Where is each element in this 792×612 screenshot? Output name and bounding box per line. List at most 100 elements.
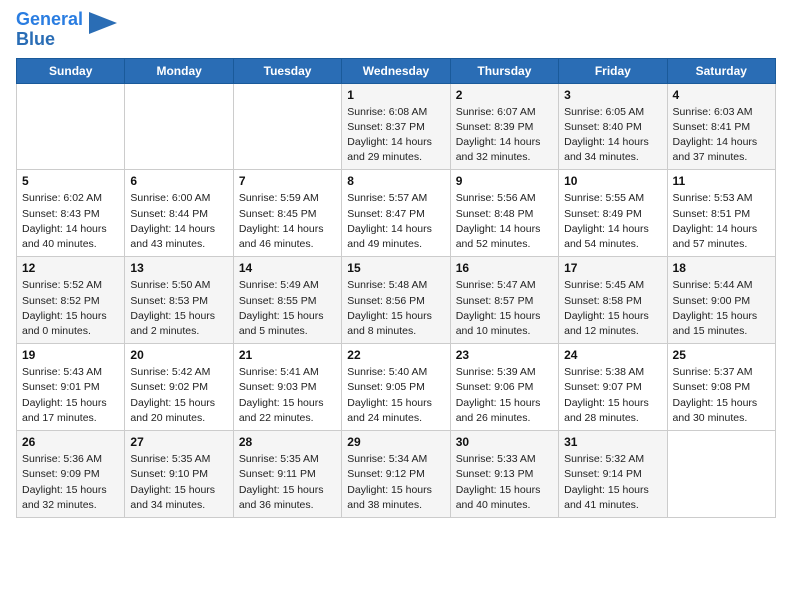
calendar-cell: 17 Sunrise: 5:45 AM Sunset: 8:58 PM Dayli… — [559, 257, 667, 344]
day-number: 18 — [673, 261, 770, 275]
calendar-cell: 18 Sunrise: 5:44 AM Sunset: 9:00 PM Dayli… — [667, 257, 775, 344]
day-number: 14 — [239, 261, 336, 275]
day-number: 19 — [22, 348, 119, 362]
weekday-header: Saturday — [667, 58, 775, 83]
day-number: 31 — [564, 435, 661, 449]
calendar-week-row: 19 Sunrise: 5:43 AM Sunset: 9:01 PM Dayli… — [17, 344, 776, 431]
calendar-cell: 27Sunrise: 5:35 AM Sunset: 9:10 PM Dayli… — [125, 431, 233, 518]
day-number: 10 — [564, 174, 661, 188]
day-number: 11 — [673, 174, 770, 188]
day-number: 4 — [673, 88, 770, 102]
day-number: 23 — [456, 348, 553, 362]
weekday-header: Friday — [559, 58, 667, 83]
day-number: 25 — [673, 348, 770, 362]
weekday-header: Monday — [125, 58, 233, 83]
calendar-cell: 16Sunrise: 5:47 AM Sunset: 8:57 PM Dayli… — [450, 257, 558, 344]
day-info: Sunrise: 5:52 AM Sunset: 8:52 PM Dayligh… — [22, 278, 119, 339]
day-info: Sunrise: 5:44 AM Sunset: 9:00 PM Dayligh… — [673, 278, 770, 339]
day-info: Sunrise: 5:57 AM Sunset: 8:47 PM Dayligh… — [347, 191, 444, 252]
calendar-cell: 31 Sunrise: 5:32 AM Sunset: 9:14 PM Dayli… — [559, 431, 667, 518]
day-info: Sunrise: 5:39 AM Sunset: 9:06 PM Dayligh… — [456, 365, 553, 426]
day-info: Sunrise: 5:35 AM Sunset: 9:11 PM Dayligh… — [239, 452, 336, 513]
calendar-cell: 24 Sunrise: 5:38 AM Sunset: 9:07 PM Dayli… — [559, 344, 667, 431]
calendar-cell: 29 Sunrise: 5:34 AM Sunset: 9:12 PM Dayli… — [342, 431, 450, 518]
weekday-row: SundayMondayTuesdayWednesdayThursdayFrid… — [17, 58, 776, 83]
calendar-cell — [125, 83, 233, 170]
day-info: Sunrise: 5:55 AM Sunset: 8:49 PM Dayligh… — [564, 191, 661, 252]
day-info: Sunrise: 6:03 AM Sunset: 8:41 PM Dayligh… — [673, 105, 770, 166]
calendar-cell: 11 Sunrise: 5:53 AM Sunset: 8:51 PM Dayli… — [667, 170, 775, 257]
calendar-cell: 19 Sunrise: 5:43 AM Sunset: 9:01 PM Dayli… — [17, 344, 125, 431]
day-number: 29 — [347, 435, 444, 449]
day-number: 17 — [564, 261, 661, 275]
day-number: 28 — [239, 435, 336, 449]
weekday-header: Thursday — [450, 58, 558, 83]
calendar-week-row: 1Sunrise: 6:08 AM Sunset: 8:37 PM Daylig… — [17, 83, 776, 170]
calendar-cell: 12 Sunrise: 5:52 AM Sunset: 8:52 PM Dayli… — [17, 257, 125, 344]
day-info: Sunrise: 5:33 AM Sunset: 9:13 PM Dayligh… — [456, 452, 553, 513]
day-number: 15 — [347, 261, 444, 275]
day-info: Sunrise: 5:32 AM Sunset: 9:14 PM Dayligh… — [564, 452, 661, 513]
day-number: 6 — [130, 174, 227, 188]
day-info: Sunrise: 5:41 AM Sunset: 9:03 PM Dayligh… — [239, 365, 336, 426]
day-number: 24 — [564, 348, 661, 362]
day-info: Sunrise: 5:35 AM Sunset: 9:10 PM Dayligh… — [130, 452, 227, 513]
day-info: Sunrise: 5:43 AM Sunset: 9:01 PM Dayligh… — [22, 365, 119, 426]
day-info: Sunrise: 5:50 AM Sunset: 8:53 PM Dayligh… — [130, 278, 227, 339]
calendar-cell: 8 Sunrise: 5:57 AM Sunset: 8:47 PM Daylig… — [342, 170, 450, 257]
calendar-cell: 13 Sunrise: 5:50 AM Sunset: 8:53 PM Dayli… — [125, 257, 233, 344]
logo-icon — [89, 12, 117, 34]
day-info: Sunrise: 5:38 AM Sunset: 9:07 PM Dayligh… — [564, 365, 661, 426]
logo: GeneralBlue — [16, 10, 117, 50]
calendar-week-row: 12 Sunrise: 5:52 AM Sunset: 8:52 PM Dayli… — [17, 257, 776, 344]
day-info: Sunrise: 6:07 AM Sunset: 8:39 PM Dayligh… — [456, 105, 553, 166]
day-number: 16 — [456, 261, 553, 275]
day-number: 8 — [347, 174, 444, 188]
calendar-cell: 20 Sunrise: 5:42 AM Sunset: 9:02 PM Dayli… — [125, 344, 233, 431]
calendar-header: SundayMondayTuesdayWednesdayThursdayFrid… — [17, 58, 776, 83]
day-info: Sunrise: 6:00 AM Sunset: 8:44 PM Dayligh… — [130, 191, 227, 252]
day-info: Sunrise: 5:36 AM Sunset: 9:09 PM Dayligh… — [22, 452, 119, 513]
calendar-cell: 15Sunrise: 5:48 AM Sunset: 8:56 PM Dayli… — [342, 257, 450, 344]
weekday-header: Wednesday — [342, 58, 450, 83]
calendar-week-row: 26Sunrise: 5:36 AM Sunset: 9:09 PM Dayli… — [17, 431, 776, 518]
day-number: 30 — [456, 435, 553, 449]
calendar-table: SundayMondayTuesdayWednesdayThursdayFrid… — [16, 58, 776, 518]
day-number: 1 — [347, 88, 444, 102]
weekday-header: Tuesday — [233, 58, 341, 83]
calendar-cell: 30 Sunrise: 5:33 AM Sunset: 9:13 PM Dayli… — [450, 431, 558, 518]
day-info: Sunrise: 5:45 AM Sunset: 8:58 PM Dayligh… — [564, 278, 661, 339]
calendar-cell — [233, 83, 341, 170]
day-number: 13 — [130, 261, 227, 275]
day-number: 20 — [130, 348, 227, 362]
day-number: 5 — [22, 174, 119, 188]
page: GeneralBlue SundayMondayTuesdayWednesday… — [0, 0, 792, 534]
weekday-header: Sunday — [17, 58, 125, 83]
day-info: Sunrise: 5:53 AM Sunset: 8:51 PM Dayligh… — [673, 191, 770, 252]
calendar-cell: 3 Sunrise: 6:05 AM Sunset: 8:40 PM Daylig… — [559, 83, 667, 170]
day-info: Sunrise: 5:37 AM Sunset: 9:08 PM Dayligh… — [673, 365, 770, 426]
day-info: Sunrise: 5:56 AM Sunset: 8:48 PM Dayligh… — [456, 191, 553, 252]
day-number: 21 — [239, 348, 336, 362]
day-info: Sunrise: 5:59 AM Sunset: 8:45 PM Dayligh… — [239, 191, 336, 252]
day-info: Sunrise: 6:05 AM Sunset: 8:40 PM Dayligh… — [564, 105, 661, 166]
calendar-cell: 28 Sunrise: 5:35 AM Sunset: 9:11 PM Dayli… — [233, 431, 341, 518]
day-info: Sunrise: 6:02 AM Sunset: 8:43 PM Dayligh… — [22, 191, 119, 252]
calendar-cell — [17, 83, 125, 170]
calendar-cell: 10 Sunrise: 5:55 AM Sunset: 8:49 PM Dayli… — [559, 170, 667, 257]
day-info: Sunrise: 5:34 AM Sunset: 9:12 PM Dayligh… — [347, 452, 444, 513]
header: GeneralBlue — [16, 10, 776, 50]
day-number: 12 — [22, 261, 119, 275]
day-number: 7 — [239, 174, 336, 188]
calendar-cell — [667, 431, 775, 518]
day-number: 3 — [564, 88, 661, 102]
day-info: Sunrise: 5:42 AM Sunset: 9:02 PM Dayligh… — [130, 365, 227, 426]
calendar-cell: 9Sunrise: 5:56 AM Sunset: 8:48 PM Daylig… — [450, 170, 558, 257]
calendar-cell: 7 Sunrise: 5:59 AM Sunset: 8:45 PM Daylig… — [233, 170, 341, 257]
calendar-cell: 5 Sunrise: 6:02 AM Sunset: 8:43 PM Daylig… — [17, 170, 125, 257]
calendar-cell: 14Sunrise: 5:49 AM Sunset: 8:55 PM Dayli… — [233, 257, 341, 344]
calendar-cell: 22Sunrise: 5:40 AM Sunset: 9:05 PM Dayli… — [342, 344, 450, 431]
calendar-body: 1Sunrise: 6:08 AM Sunset: 8:37 PM Daylig… — [17, 83, 776, 517]
calendar-cell: 26Sunrise: 5:36 AM Sunset: 9:09 PM Dayli… — [17, 431, 125, 518]
calendar-cell: 21 Sunrise: 5:41 AM Sunset: 9:03 PM Dayli… — [233, 344, 341, 431]
